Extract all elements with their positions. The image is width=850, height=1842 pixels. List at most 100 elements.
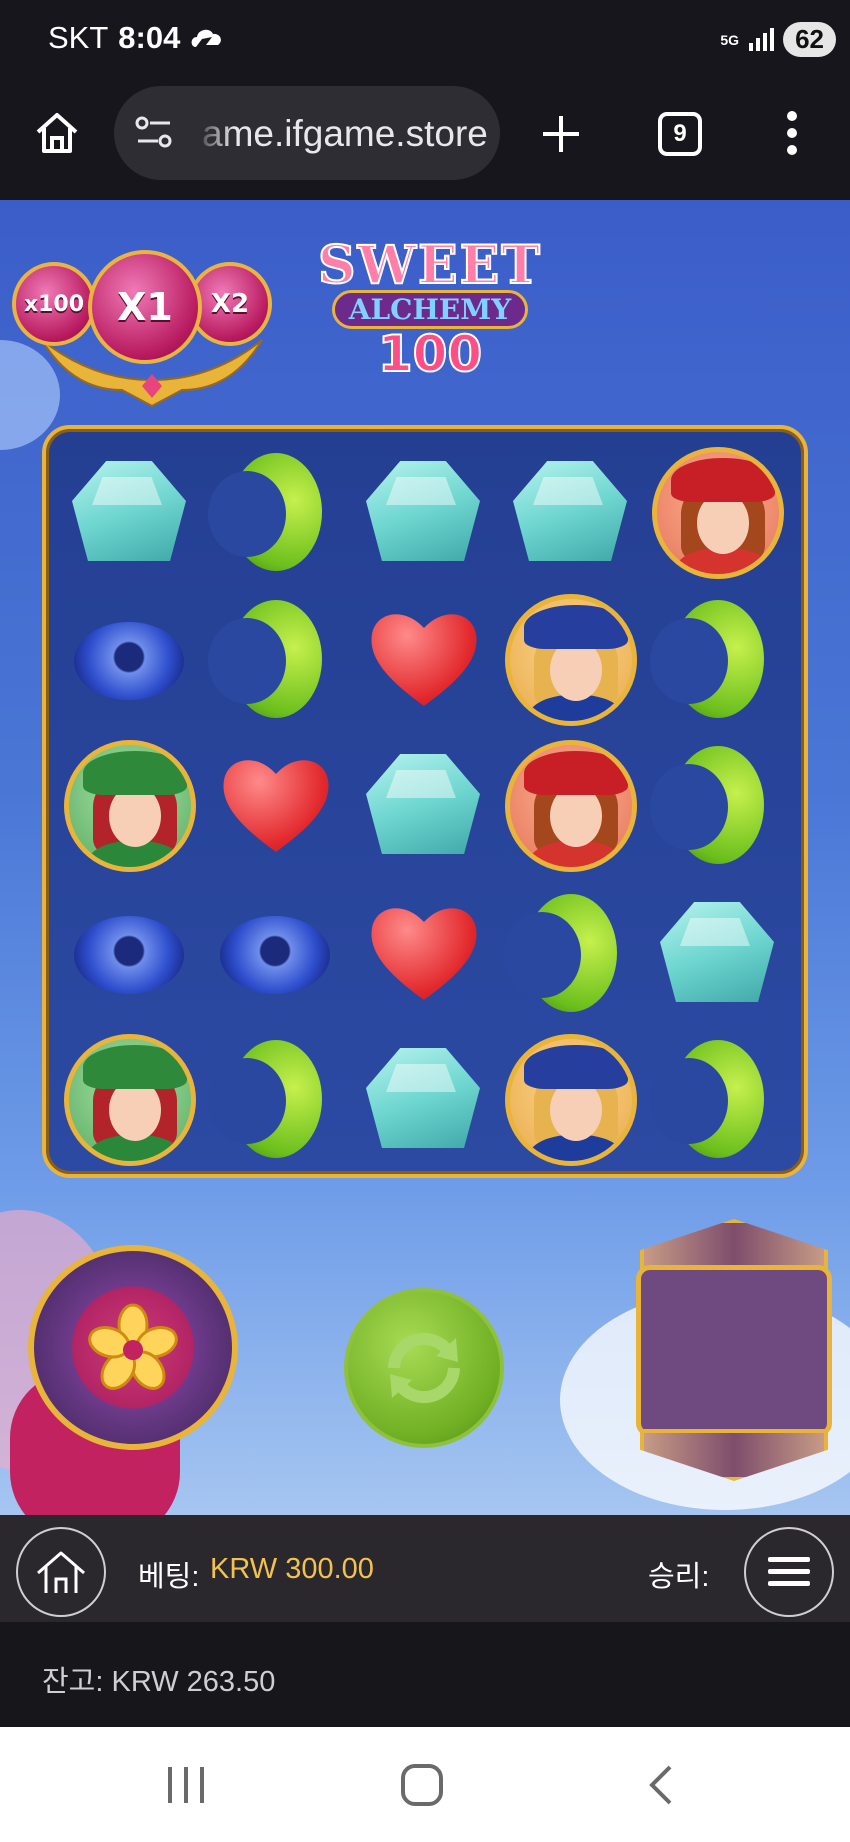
gem-candy [366,754,480,854]
character-portrait [652,447,784,579]
multiplier-x100: x100 [12,262,96,346]
recent-apps-icon[interactable] [164,1765,208,1805]
character-portrait [505,740,637,872]
symbol-bean [208,1034,340,1164]
game-logo: SWEET ALCHEMY 100 [290,234,570,395]
system-nav-bar [0,1727,850,1842]
symbol-bean [650,1034,782,1164]
gem-candy [366,461,480,561]
heart-candy [368,602,480,714]
symbol-gem [358,447,488,577]
symbol-bean [650,740,782,870]
logo-line-1: SWEET [317,234,542,297]
symbol-bean [650,594,782,724]
balance-text: 잔고: KRW 263.50 [42,1666,276,1698]
bet-amount[interactable]: KRW 300.00 [210,1553,374,1586]
ring-candy [74,916,184,994]
signal-icon [749,27,775,51]
win-label: 승리: [648,1561,710,1593]
gem-candy [513,461,627,561]
url-text[interactable]: ame.ifgame.store [202,113,488,155]
logo-line-3: 100 [377,324,483,384]
system-home-icon[interactable] [400,1763,444,1807]
address-bar[interactable]: ame.ifgame.store [114,86,500,180]
symbol-heart [358,888,488,1018]
cloud-sync-icon [191,29,222,47]
win-display-panel [630,1215,838,1485]
ring-candy [220,916,330,994]
clock: 8:04 [118,20,181,55]
bonus-buy-button[interactable] [28,1245,238,1450]
symbol-gem [652,888,782,1018]
multiplier-x1-active: X1 [88,250,202,364]
flower-icon [88,1303,178,1390]
gem-candy [366,1048,480,1148]
spin-arrows-icon [388,1332,460,1404]
tab-count: 9 [673,120,687,147]
more-menu-icon[interactable] [780,110,804,156]
browser-toolbar: ame.ifgame.store 9 [0,80,850,200]
bet-bar: 베팅: KRW 300.00 승리: [0,1515,850,1622]
reel-grid [42,425,808,1178]
symbol-ring [64,594,194,724]
symbol-portrait-red [505,740,637,872]
game-canvas: x100 X2 X1 SWEET ALCHEMY 100 [0,200,850,1515]
symbol-gem [64,447,194,577]
game-menu-button[interactable] [744,1527,834,1617]
hamburger-menu-icon [768,1557,810,1586]
site-settings-icon[interactable] [134,114,174,150]
symbol-ring [64,888,194,1018]
win-panel-top [640,1219,828,1271]
symbol-bean [208,594,340,724]
win-panel-bottom [640,1429,828,1481]
symbol-heart [210,740,340,870]
logo-line-2: ALCHEMY [331,290,529,329]
status-left: SKT 8:04 [48,20,224,56]
balance-bar: 잔고: KRW 263.50 [0,1622,850,1727]
home-icon [37,1551,85,1593]
symbol-ring [210,888,340,1018]
character-portrait [505,1034,637,1166]
heart-candy [220,748,332,860]
bean-candy [650,1040,764,1158]
win-panel-box [636,1265,832,1437]
character-portrait [64,1034,196,1166]
symbol-bean [208,447,340,577]
network-type: 5G [720,31,740,48]
symbol-portrait-blue [505,1034,637,1166]
symbol-gem [358,1034,488,1164]
symbol-portrait-green [64,1034,196,1166]
bean-candy [208,453,322,571]
character-portrait [64,740,196,872]
status-bar: SKT 8:04 5G 62 [0,0,850,80]
character-portrait [505,594,637,726]
ring-candy [74,622,184,700]
lobby-home-button[interactable] [16,1527,106,1617]
symbol-portrait-green [64,740,196,872]
bean-candy [503,894,617,1012]
symbol-gem [358,740,488,870]
bean-candy [208,600,322,718]
bet-label: 베팅: [138,1561,200,1593]
symbol-gem [505,447,635,577]
multiplier-display: x100 X2 X1 [12,250,272,408]
symbol-portrait-blue [505,594,637,726]
tab-switcher-button[interactable]: 9 [658,112,702,156]
bean-candy [650,746,764,864]
spin-button[interactable] [344,1288,504,1448]
gem-candy [72,461,186,561]
status-right: 5G 62 [720,22,836,57]
heart-candy [368,896,480,1008]
carrier-name: SKT [48,20,109,55]
battery-level: 62 [783,22,836,57]
symbol-portrait-red [652,447,784,579]
gem-candy [660,902,774,1002]
url-fade [194,86,234,180]
new-tab-icon[interactable] [540,113,582,155]
bean-candy [208,1040,322,1158]
bean-candy [650,600,764,718]
symbol-heart [358,594,488,724]
back-icon[interactable] [646,1763,676,1807]
home-icon[interactable] [34,110,80,156]
symbol-bean [503,888,635,1018]
